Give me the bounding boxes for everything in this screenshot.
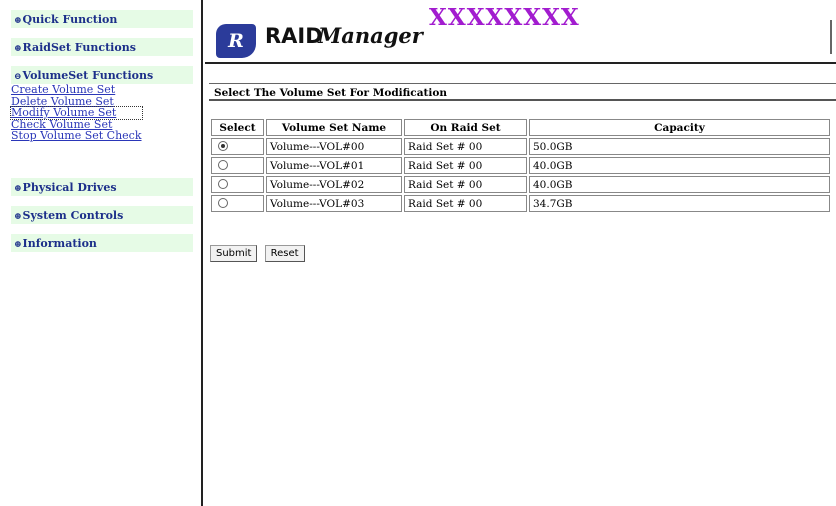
raid-set-cell: Raid Set # 00 <box>404 157 527 174</box>
collapse-icon: ⊖ <box>14 72 22 82</box>
column-header-volume-set-name: Volume Set Name <box>266 119 402 136</box>
sidebar: ⊕Quick Function ⊕RaidSet Functions ⊖Volu… <box>0 0 203 506</box>
link-stop-volume-set-check[interactable]: Stop Volume Set Check <box>11 130 142 142</box>
expand-icon: ⊕ <box>14 44 22 54</box>
sidebar-section-label: RaidSet Functions <box>22 41 136 54</box>
header-rule <box>205 62 836 64</box>
column-header-capacity: Capacity <box>529 119 830 136</box>
logo-raid-text: RAID <box>265 24 323 48</box>
table-row: Volume---VOL#01 Raid Set # 00 40.0GB <box>211 157 830 174</box>
select-cell <box>211 138 264 155</box>
expand-icon: ⊕ <box>14 184 22 194</box>
raid-set-cell: Raid Set # 00 <box>404 176 527 193</box>
capacity-cell: 50.0GB <box>529 138 830 155</box>
volume-name-cell: Volume---VOL#03 <box>266 195 402 212</box>
volume-set-links: Create Volume Set Delete Volume Set Modi… <box>10 84 143 142</box>
header: R RAID Manager XXXXXXXX <box>205 0 836 64</box>
sidebar-section-information[interactable]: ⊕Information <box>11 234 193 252</box>
select-cell <box>211 195 264 212</box>
capacity-cell: 40.0GB <box>529 176 830 193</box>
page-title: Select The Volume Set For Modification <box>209 83 836 101</box>
table-header-row: Select Volume Set Name On Raid Set Capac… <box>211 119 830 136</box>
expand-icon: ⊕ <box>14 16 22 26</box>
expand-icon: ⊕ <box>14 212 22 222</box>
capacity-cell: 40.0GB <box>529 157 830 174</box>
column-header-on-raid-set: On Raid Set <box>404 119 527 136</box>
sidebar-section-label: VolumeSet Functions <box>22 69 154 82</box>
form-buttons: Submit Reset <box>210 241 307 262</box>
raid-set-cell: Raid Set # 00 <box>404 195 527 212</box>
sidebar-section-label: Physical Drives <box>22 181 117 194</box>
sidebar-section-label: Quick Function <box>22 13 118 26</box>
volume-name-cell: Volume---VOL#02 <box>266 176 402 193</box>
link-create-volume-set[interactable]: Create Volume Set <box>11 84 142 96</box>
table-row: Volume---VOL#00 Raid Set # 00 50.0GB <box>211 138 830 155</box>
volume-select-radio[interactable] <box>218 160 228 170</box>
volume-name-cell: Volume---VOL#00 <box>266 138 402 155</box>
sidebar-section-volumeset-functions[interactable]: ⊖VolumeSet Functions <box>11 66 193 84</box>
link-modify-volume-set[interactable]: Modify Volume Set <box>10 106 143 120</box>
volume-select-radio[interactable] <box>218 141 228 151</box>
volume-name-cell: Volume---VOL#01 <box>266 157 402 174</box>
reset-button[interactable]: Reset <box>264 245 305 262</box>
select-cell <box>211 176 264 193</box>
column-header-select: Select <box>211 119 264 136</box>
expand-icon: ⊕ <box>14 240 22 250</box>
sidebar-section-label: System Controls <box>22 209 124 222</box>
sidebar-section-system-controls[interactable]: ⊕System Controls <box>11 206 193 224</box>
table-row: Volume---VOL#03 Raid Set # 00 34.7GB <box>211 195 830 212</box>
capacity-cell: 34.7GB <box>529 195 830 212</box>
sidebar-section-raidset-functions[interactable]: ⊕RaidSet Functions <box>11 38 193 56</box>
volume-set-table: Select Volume Set Name On Raid Set Capac… <box>209 117 832 214</box>
sidebar-section-quick-function[interactable]: ⊕Quick Function <box>11 10 193 28</box>
sidebar-section-physical-drives[interactable]: ⊕Physical Drives <box>11 178 193 196</box>
sidebar-section-label: Information <box>22 237 97 250</box>
volume-select-radio[interactable] <box>218 179 228 189</box>
raid-logo-icon: R <box>216 24 256 58</box>
header-divider <box>830 20 836 54</box>
select-cell <box>211 157 264 174</box>
raid-set-cell: Raid Set # 00 <box>404 138 527 155</box>
volume-select-radio[interactable] <box>218 198 228 208</box>
brand-title: XXXXXXXX <box>429 4 580 31</box>
submit-button[interactable]: Submit <box>210 245 258 262</box>
logo-manager-text: Manager <box>318 23 423 48</box>
table-row: Volume---VOL#02 Raid Set # 00 40.0GB <box>211 176 830 193</box>
